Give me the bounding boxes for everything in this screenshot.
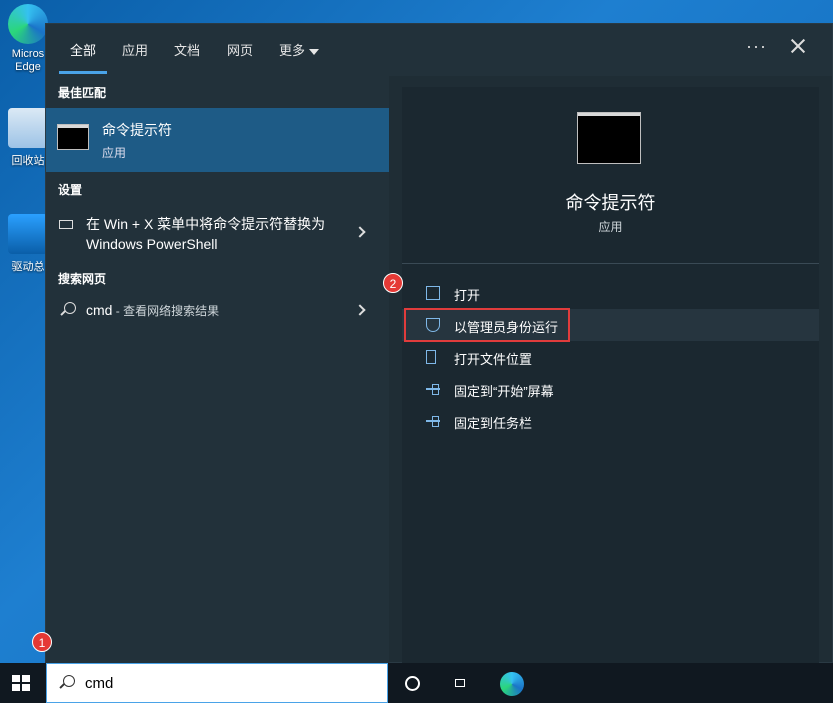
monitor-icon xyxy=(59,220,73,229)
tab-apps[interactable]: 应用 xyxy=(122,40,148,59)
chevron-right-icon xyxy=(354,226,366,238)
tab-all[interactable]: 全部 xyxy=(70,40,96,59)
search-query: cmd xyxy=(85,675,114,692)
pin-icon xyxy=(426,414,440,428)
driver-app-icon xyxy=(8,214,48,254)
chevron-right-icon xyxy=(354,304,366,316)
edge-icon xyxy=(8,4,48,44)
taskbar-search-input[interactable]: cmd xyxy=(46,663,388,703)
best-match-name: 命令提示符 xyxy=(102,122,172,138)
settings-heading: 设置 xyxy=(58,183,83,197)
highlight-run-as-admin xyxy=(404,308,570,342)
more-options-button[interactable]: ··· xyxy=(746,36,767,57)
search-icon xyxy=(63,675,75,687)
action-pin-to-start-label: 固定到“开始”屏幕 xyxy=(454,384,554,399)
action-open-file-location[interactable]: 打开文件位置 xyxy=(402,341,819,373)
folder-icon xyxy=(426,350,436,364)
edge-taskbar-icon[interactable] xyxy=(500,672,524,696)
preview-app-name: 命令提示符 xyxy=(565,193,656,213)
action-pin-to-taskbar-label: 固定到任务栏 xyxy=(454,416,533,431)
open-icon xyxy=(426,286,440,300)
active-tab-indicator xyxy=(59,71,107,74)
search-panel: 全部 应用 文档 网页 更多 ··· 最佳匹配 命令提示符 应用 设置 在 Wi… xyxy=(45,23,833,664)
action-open[interactable]: 打开 xyxy=(402,277,819,309)
preview-app-type: 应用 xyxy=(598,220,623,234)
results-list: 最佳匹配 命令提示符 应用 设置 在 Win + X 菜单中将命令提示符替换为 … xyxy=(46,76,389,664)
step-badge-2: 2 xyxy=(383,273,403,293)
action-open-label: 打开 xyxy=(454,288,481,303)
best-match-type: 应用 xyxy=(102,146,127,160)
command-prompt-large-icon xyxy=(577,112,641,164)
setting-item-label: 在 Win + X 菜单中将命令提示符替换为 Windows PowerShel… xyxy=(86,216,326,252)
action-pin-to-taskbar[interactable]: 固定到任务栏 xyxy=(402,405,819,437)
step-badge-1: 1 xyxy=(32,632,52,652)
task-view-icon[interactable] xyxy=(452,675,468,691)
setting-item[interactable]: 在 Win + X 菜单中将命令提示符替换为 Windows PowerShel… xyxy=(46,208,389,258)
action-pin-to-start[interactable]: 固定到“开始”屏幕 xyxy=(402,373,819,405)
web-search-suffix: - 查看网络搜索结果 xyxy=(112,304,220,318)
divider xyxy=(402,263,819,264)
pin-icon xyxy=(426,382,440,396)
action-open-file-location-label: 打开文件位置 xyxy=(454,352,533,367)
best-match-item[interactable]: 命令提示符 应用 xyxy=(46,108,389,172)
tab-web[interactable]: 网页 xyxy=(227,40,253,59)
recycle-bin-icon xyxy=(8,108,48,148)
web-query: cmd xyxy=(86,302,113,318)
preview-pane: 命令提示符 应用 打开 以管理员身份运行 打开文件位置 固定到“开始”屏幕 固定… xyxy=(402,87,819,664)
command-prompt-icon xyxy=(57,124,89,150)
tab-bar: 全部 应用 文档 网页 更多 ··· xyxy=(46,24,832,76)
tab-documents[interactable]: 文档 xyxy=(174,40,200,59)
close-icon[interactable] xyxy=(788,36,808,56)
web-search-label: cmd - 查看网络搜索结果 xyxy=(86,302,219,319)
chevron-down-icon xyxy=(309,48,320,55)
web-search-item[interactable]: cmd - 查看网络搜索结果 xyxy=(46,296,389,326)
search-icon xyxy=(64,302,76,314)
web-search-heading: 搜索网页 xyxy=(58,272,107,286)
best-match-heading: 最佳匹配 xyxy=(58,86,107,100)
taskbar: cmd xyxy=(0,663,833,703)
tab-more-label: 更多 xyxy=(279,43,306,58)
tab-more[interactable]: 更多 xyxy=(279,40,320,59)
windows-start-icon[interactable] xyxy=(12,675,30,691)
cortana-icon[interactable] xyxy=(405,676,420,691)
